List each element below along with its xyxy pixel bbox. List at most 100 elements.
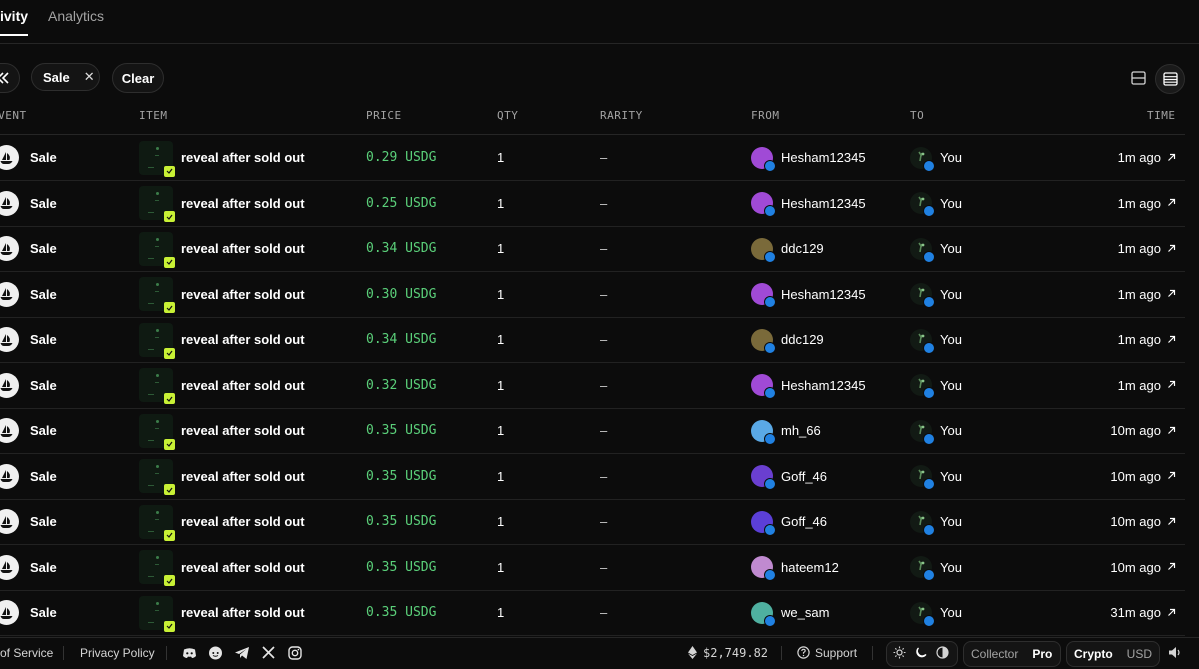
activity-row[interactable]: Sale reveal after sold out 0.30 USDG 1 – Hesh…	[0, 272, 1185, 318]
item-cell[interactable]: reveal after sold out	[139, 499, 305, 544]
to-username[interactable]: You	[940, 560, 962, 575]
time-cell[interactable]: 1m ago	[1050, 226, 1176, 271]
activity-row[interactable]: Sale reveal after sold out 0.29 USDG 1 – Hesh…	[0, 135, 1185, 181]
time-cell[interactable]: 1m ago	[1050, 317, 1176, 362]
to-username[interactable]: You	[940, 423, 962, 438]
item-name[interactable]: reveal after sold out	[181, 241, 305, 256]
from-username[interactable]: Hesham12345	[781, 378, 866, 393]
item-cell[interactable]: reveal after sold out	[139, 226, 305, 271]
discord-link[interactable]	[182, 638, 197, 667]
external-link-icon[interactable]	[1167, 469, 1176, 483]
item-cell[interactable]: reveal after sold out	[139, 181, 305, 226]
from-cell[interactable]: ddc129	[751, 226, 824, 271]
to-cell[interactable]: You	[910, 135, 962, 180]
item-name[interactable]: reveal after sold out	[181, 287, 305, 302]
to-cell[interactable]: You	[910, 363, 962, 408]
activity-row[interactable]: Sale reveal after sold out 0.34 USDG 1 – ddc1…	[0, 226, 1185, 272]
time-cell[interactable]: 1m ago	[1050, 135, 1176, 180]
item-cell[interactable]: reveal after sold out	[139, 590, 305, 635]
item-name[interactable]: reveal after sold out	[181, 378, 305, 393]
item-name[interactable]: reveal after sold out	[181, 560, 305, 575]
reddit-link[interactable]	[208, 638, 223, 667]
x-link[interactable]	[262, 638, 275, 667]
from-username[interactable]: Hesham12345	[781, 150, 866, 165]
telegram-link[interactable]	[234, 638, 250, 667]
from-cell[interactable]: Hesham12345	[751, 272, 866, 317]
time-cell[interactable]: 10m ago	[1050, 545, 1176, 590]
time-cell[interactable]: 1m ago	[1050, 272, 1176, 317]
time-cell[interactable]: 10m ago	[1050, 408, 1176, 453]
external-link-icon[interactable]	[1167, 333, 1176, 347]
from-cell[interactable]: mh_66	[751, 408, 821, 453]
to-username[interactable]: You	[940, 196, 962, 211]
item-cell[interactable]: reveal after sold out	[139, 545, 305, 590]
to-cell[interactable]: You	[910, 545, 962, 590]
activity-row[interactable]: Sale reveal after sold out 0.25 USDG 1 – Hesh…	[0, 181, 1185, 227]
external-link-icon[interactable]	[1167, 196, 1176, 210]
support-link[interactable]: Support	[797, 638, 857, 667]
item-name[interactable]: reveal after sold out	[181, 514, 305, 529]
from-username[interactable]: Hesham12345	[781, 287, 866, 302]
to-username[interactable]: You	[940, 150, 962, 165]
item-cell[interactable]: reveal after sold out	[139, 272, 305, 317]
from-cell[interactable]: Goff_46	[751, 499, 827, 544]
to-username[interactable]: You	[940, 332, 962, 347]
to-cell[interactable]: You	[910, 272, 962, 317]
from-username[interactable]: Goff_46	[781, 514, 827, 529]
external-link-icon[interactable]	[1167, 606, 1176, 620]
time-cell[interactable]: 31m ago	[1050, 590, 1176, 635]
to-cell[interactable]: You	[910, 499, 962, 544]
moon-icon[interactable]	[912, 647, 930, 662]
item-name[interactable]: reveal after sold out	[181, 469, 305, 484]
item-cell[interactable]: reveal after sold out	[139, 317, 305, 362]
list-view-button[interactable]	[1124, 64, 1152, 92]
to-cell[interactable]: You	[910, 408, 962, 453]
from-username[interactable]: hateem12	[781, 560, 839, 575]
external-link-icon[interactable]	[1167, 287, 1176, 301]
item-name[interactable]: reveal after sold out	[181, 605, 305, 620]
sound-toggle[interactable]	[1168, 638, 1182, 667]
from-cell[interactable]: ddc129	[751, 317, 824, 362]
activity-row[interactable]: Sale reveal after sold out 0.35 USDG 1 – Goff…	[0, 499, 1185, 545]
mode-option-pro[interactable]: Pro	[1025, 647, 1059, 661]
time-cell[interactable]: 10m ago	[1050, 499, 1176, 544]
to-cell[interactable]: You	[910, 317, 962, 362]
terms-link[interactable]: of Service	[0, 638, 53, 667]
item-name[interactable]: reveal after sold out	[181, 150, 305, 165]
tab-analytics[interactable]: Analytics	[48, 8, 104, 24]
activity-row[interactable]: Sale reveal after sold out 0.32 USDG 1 – Hesh…	[0, 363, 1185, 409]
activity-row[interactable]: Sale reveal after sold out 0.35 USDG 1 – Goff…	[0, 454, 1185, 500]
external-link-icon[interactable]	[1167, 378, 1176, 392]
external-link-icon[interactable]	[1167, 560, 1176, 574]
from-username[interactable]: we_sam	[781, 605, 829, 620]
from-cell[interactable]: Hesham12345	[751, 135, 866, 180]
to-username[interactable]: You	[940, 287, 962, 302]
to-username[interactable]: You	[940, 469, 962, 484]
from-username[interactable]: ddc129	[781, 241, 824, 256]
tab-activity[interactable]: ivity	[0, 8, 29, 36]
activity-row[interactable]: Sale reveal after sold out 0.35 USDG 1 – hate…	[0, 545, 1185, 591]
currency-option-crypto[interactable]: Crypto	[1067, 647, 1120, 661]
from-username[interactable]: mh_66	[781, 423, 821, 438]
item-cell[interactable]: reveal after sold out	[139, 454, 305, 499]
from-cell[interactable]: Hesham12345	[751, 181, 866, 226]
currency-option-usd[interactable]: USD	[1120, 647, 1159, 661]
time-cell[interactable]: 10m ago	[1050, 454, 1176, 499]
external-link-icon[interactable]	[1167, 515, 1176, 529]
external-link-icon[interactable]	[1167, 424, 1176, 438]
sun-icon[interactable]	[887, 646, 912, 662]
time-cell[interactable]: 1m ago	[1050, 181, 1176, 226]
from-username[interactable]: Hesham12345	[781, 196, 866, 211]
remove-filter-icon[interactable]: ✕	[84, 69, 95, 85]
mode-option-collector[interactable]: Collector	[964, 647, 1025, 661]
item-cell[interactable]: reveal after sold out	[139, 135, 305, 180]
to-cell[interactable]: You	[910, 181, 962, 226]
external-link-icon[interactable]	[1167, 242, 1176, 256]
from-cell[interactable]: hateem12	[751, 545, 839, 590]
activity-row[interactable]: Sale reveal after sold out 0.34 USDG 1 – ddc1…	[0, 317, 1185, 363]
to-username[interactable]: You	[940, 378, 962, 393]
from-cell[interactable]: Hesham12345	[751, 363, 866, 408]
collapse-filters-button[interactable]	[0, 63, 20, 93]
to-cell[interactable]: You	[910, 454, 962, 499]
from-cell[interactable]: Goff_46	[751, 454, 827, 499]
